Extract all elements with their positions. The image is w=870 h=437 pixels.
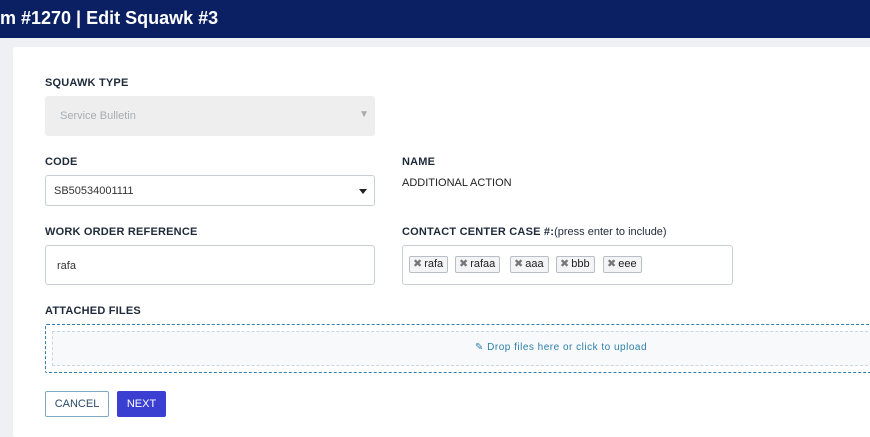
page-title: m #1270 | Edit Squawk #3	[0, 8, 219, 28]
case-tag-label: aaa	[525, 258, 544, 270]
case-tag-label: eee	[618, 258, 637, 270]
top-header-bar: m #1270 | Edit Squawk #3	[0, 0, 870, 38]
squawk-type-select: Service Bulletin ▼	[45, 96, 375, 136]
case-tag[interactable]: ✖ rafaa	[455, 256, 501, 273]
work-order-label: WORK ORDER REFERENCE	[45, 226, 198, 238]
paperclip-icon: ✎	[475, 342, 484, 353]
squawk-type-value: Service Bulletin	[60, 110, 136, 122]
contact-case-hint: (press enter to include)	[554, 226, 667, 238]
code-label: CODE	[45, 156, 78, 168]
squawk-type-label: SQUAWK TYPE	[45, 77, 129, 89]
case-tag[interactable]: ✖ eee	[603, 256, 642, 273]
case-tag[interactable]: ✖ rafa	[409, 256, 449, 273]
name-label: NAME	[402, 156, 436, 168]
remove-tag-icon[interactable]: ✖	[514, 258, 523, 270]
remove-tag-icon[interactable]: ✖	[560, 258, 569, 270]
dropzone-message: ✎ Drop files here or click to upload	[475, 342, 647, 353]
remove-tag-icon[interactable]: ✖	[607, 258, 616, 270]
case-tag-label: rafaa	[470, 258, 496, 270]
caret-down-icon	[359, 189, 367, 194]
next-button[interactable]: NEXT	[117, 391, 166, 417]
code-select[interactable]: SB50534001111	[45, 175, 375, 206]
attached-files-label: ATTACHED FILES	[45, 305, 141, 317]
case-tag-label: bbb	[571, 258, 590, 270]
remove-tag-icon[interactable]: ✖	[413, 258, 422, 270]
case-tag-label: rafa	[424, 258, 444, 270]
contact-case-label: CONTACT CENTER CASE #:(press enter to in…	[402, 226, 667, 238]
cancel-button[interactable]: CANCEL	[45, 391, 109, 417]
file-dropzone[interactable]: ✎ Drop files here or click to upload	[45, 324, 870, 373]
case-tag[interactable]: ✖ aaa	[510, 256, 549, 273]
name-value: ADDITIONAL ACTION	[402, 177, 512, 189]
case-tag[interactable]: ✖ bbb	[556, 256, 595, 273]
dropzone-text: Drop files here or click to upload	[487, 342, 648, 353]
work-order-value: rafa	[57, 260, 76, 272]
code-value: SB50534001111	[54, 185, 134, 197]
dropzone-inner	[52, 331, 870, 366]
remove-tag-icon[interactable]: ✖	[459, 258, 468, 270]
chevron-down-icon: ▼	[359, 109, 369, 120]
form-card: SQUAWK TYPE Service Bulletin ▼ CODE SB50…	[13, 47, 870, 437]
work-order-input[interactable]: rafa	[45, 245, 375, 285]
contact-case-label-text: CONTACT CENTER CASE #:	[402, 226, 555, 238]
contact-case-tags-input[interactable]: ✖ rafa ✖ rafaa ✖ aaa ✖ bbb ✖ eee	[402, 245, 733, 285]
